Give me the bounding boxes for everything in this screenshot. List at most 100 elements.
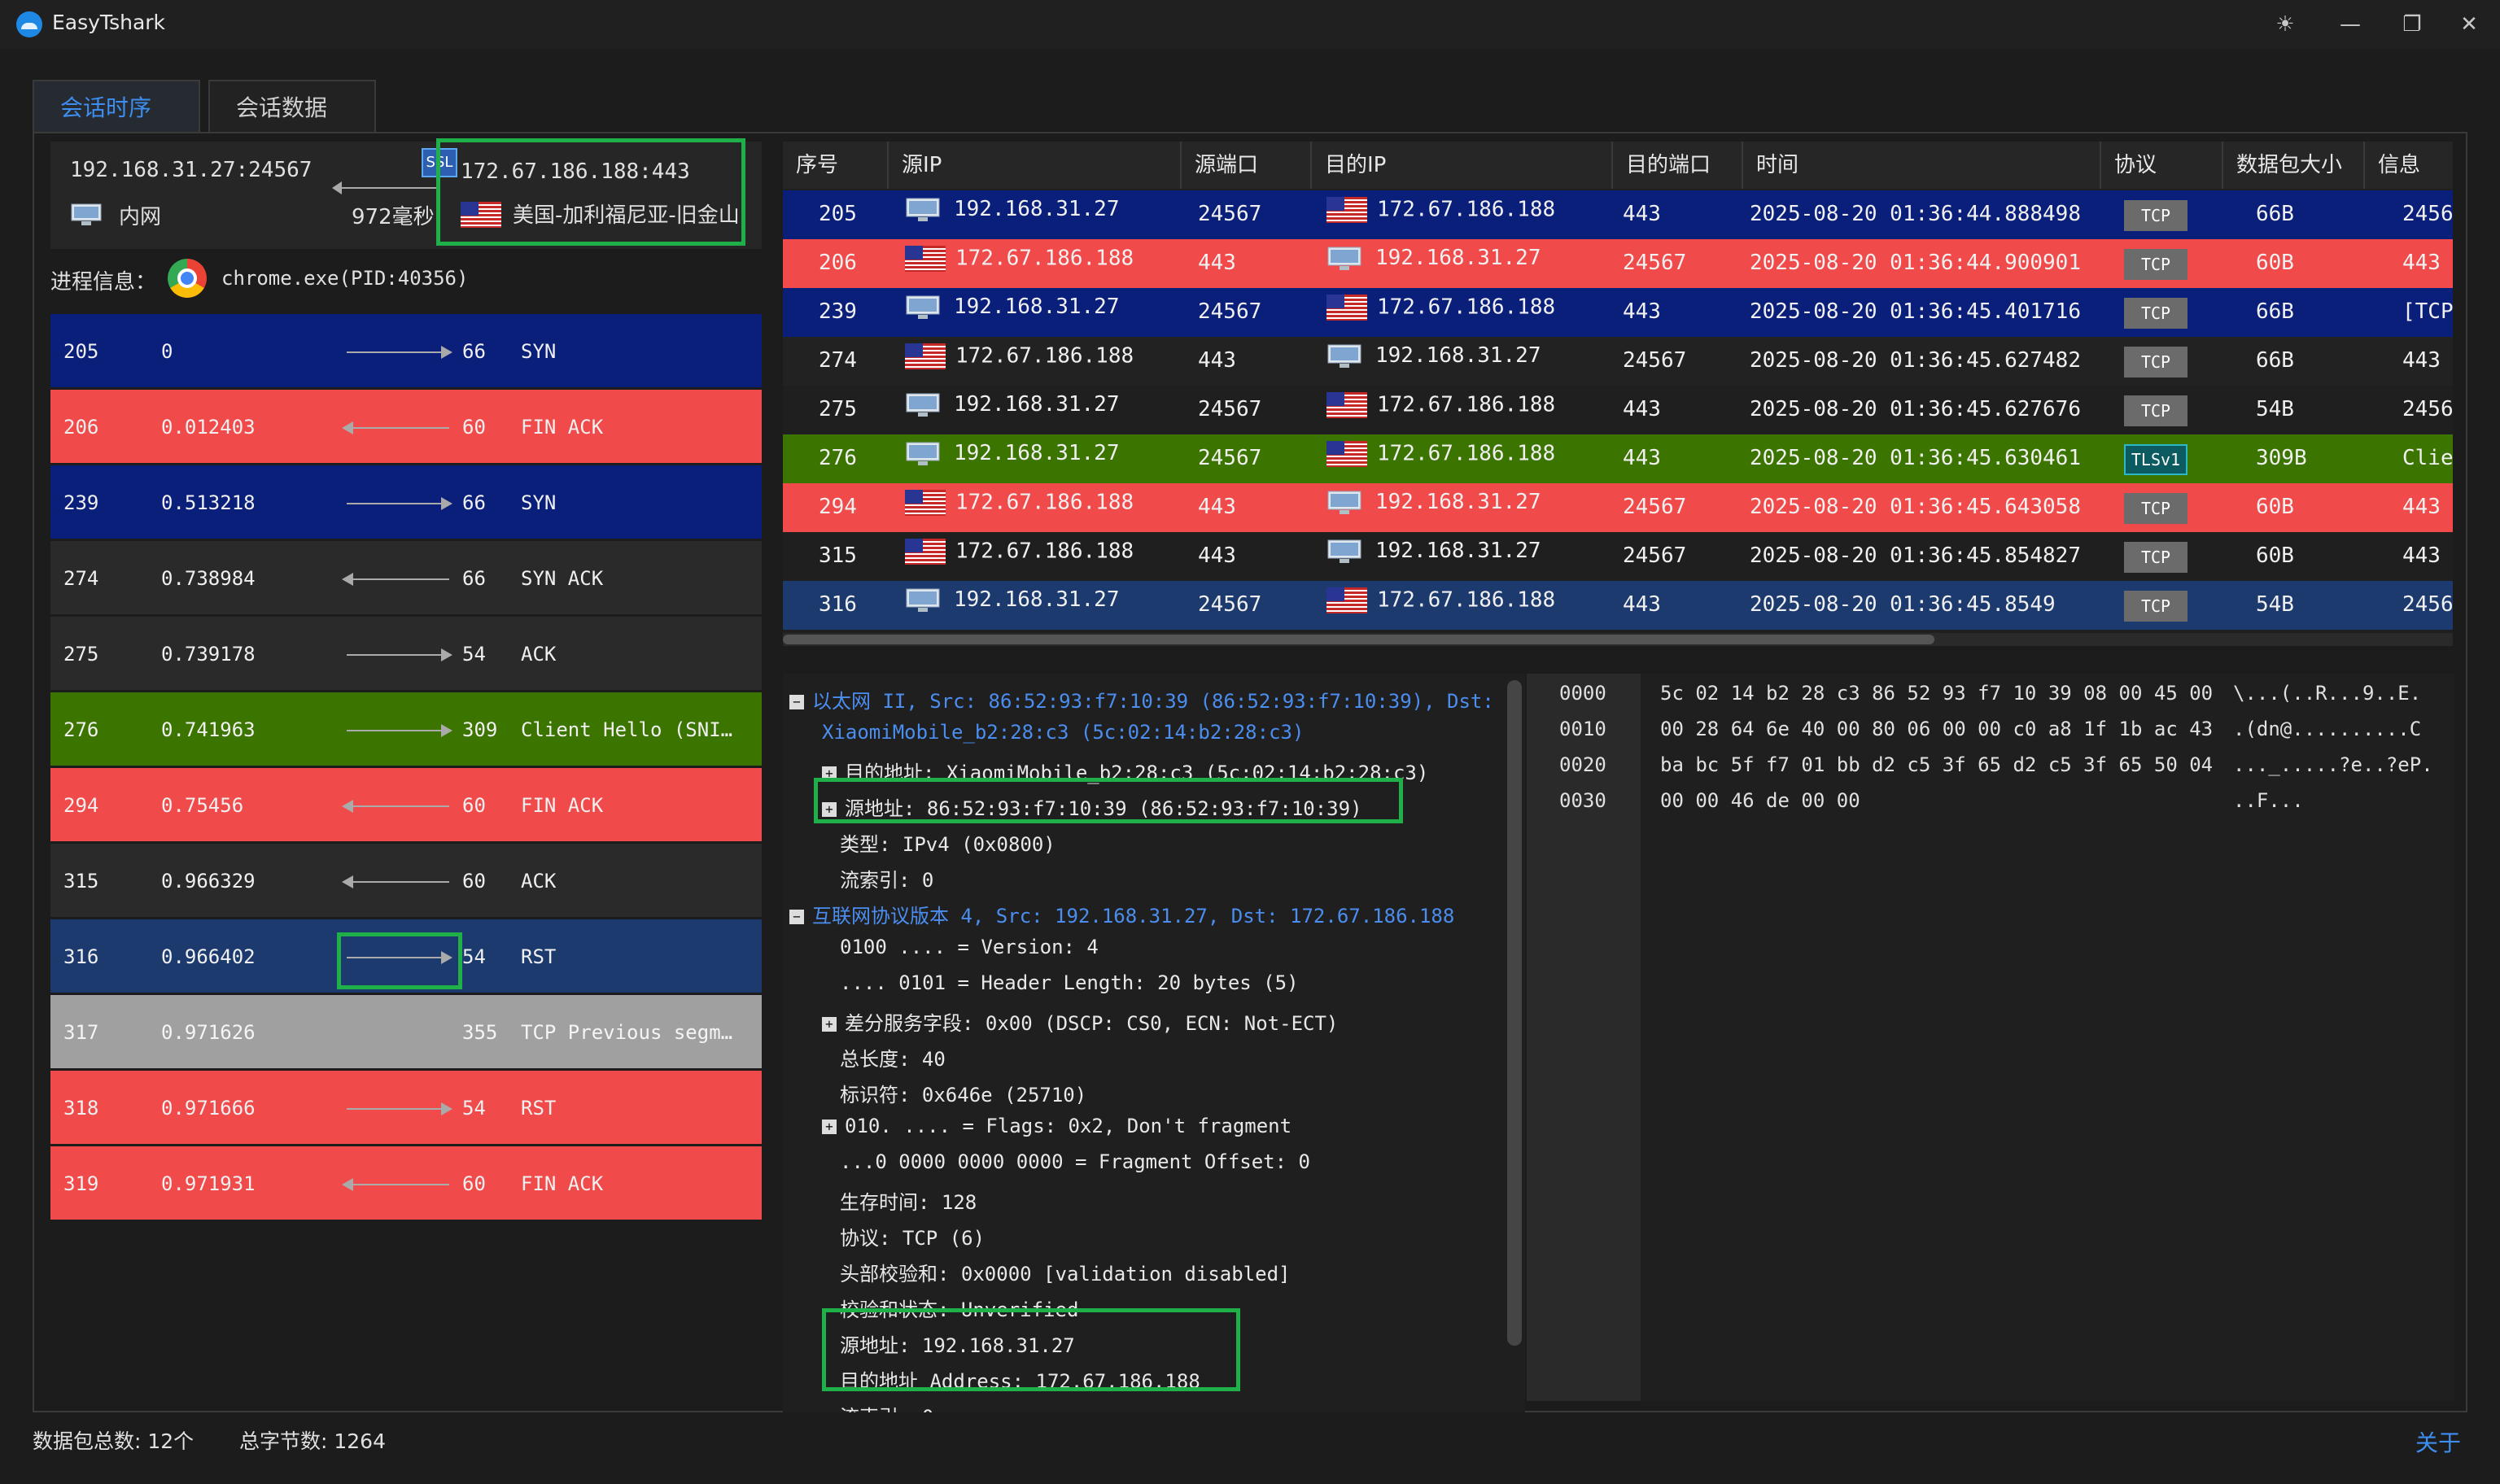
- tree-field-node[interactable]: 头部校验和: 0x0000 [validation disabled]: [840, 1258, 1290, 1286]
- tree-field-node[interactable]: 校验和状态: Unverified: [840, 1294, 1078, 1322]
- sequence-no: 294: [63, 794, 99, 817]
- tree-protocol-node[interactable]: − 以太网 II, Src: 86:52:93:f7:10:39 (86:52:9…: [789, 685, 1494, 714]
- col-header-src-port[interactable]: 源端口: [1182, 142, 1312, 189]
- cell-no-text: 294: [819, 495, 857, 519]
- col-header-dst-ip[interactable]: 目的IP: [1312, 142, 1613, 189]
- table-row[interactable]: 276 192.168.31.27 24567 172.67.186.188 443 20…: [783, 434, 2453, 483]
- hex-bytes-line[interactable]: ba bc 5f f7 01 bb d2 c5 3f 65 d2 c5 3f 6…: [1660, 753, 2213, 776]
- cell-no-text: 316: [819, 592, 857, 617]
- table-row[interactable]: 275 192.168.31.27 24567 172.67.186.188 443 20…: [783, 386, 2453, 434]
- hex-ascii-line[interactable]: .(dn@..........C: [2233, 718, 2421, 740]
- close-button[interactable]: ✕: [2451, 7, 2487, 42]
- table-row[interactable]: 315 172.67.186.188 443 192.168.31.27 24567 20…: [783, 532, 2453, 581]
- tree-field-node[interactable]: 标识符: 0x646e (25710): [840, 1079, 1086, 1107]
- sequence-info: RST: [521, 945, 557, 968]
- table-row[interactable]: 294 172.67.186.188 443 192.168.31.27 24567 20…: [783, 483, 2453, 532]
- tree-protocol-node[interactable]: − 互联网协议版本 4, Src: 192.168.31.27, Dst: 172…: [789, 900, 1454, 928]
- col-header-time[interactable]: 时间: [1743, 142, 2101, 189]
- table-row[interactable]: 274 172.67.186.188 443 192.168.31.27 24567 20…: [783, 337, 2453, 386]
- hex-bytes-line[interactable]: 00 00 46 de 00 00: [1660, 789, 1860, 812]
- tree-vertical-scrollbar[interactable]: [1507, 680, 1522, 1346]
- expand-icon[interactable]: +: [822, 1120, 837, 1134]
- col-header-no[interactable]: 序号: [783, 142, 889, 189]
- expand-icon[interactable]: +: [822, 802, 837, 817]
- table-row[interactable]: 316 192.168.31.27 24567 172.67.186.188 443 20…: [783, 581, 2453, 630]
- expand-icon[interactable]: +: [822, 1017, 837, 1032]
- about-link[interactable]: 关于: [2415, 1425, 2461, 1458]
- sequence-row[interactable]: 205 0 66 SYN: [50, 314, 762, 387]
- col-header-info[interactable]: 信息: [2365, 142, 2453, 189]
- hex-bytes-line[interactable]: 00 28 64 6e 40 00 80 06 00 00 c0 a8 1f 1…: [1660, 718, 2213, 740]
- sequence-row[interactable]: 317 0.971626 355 TCP Previous segm…: [50, 995, 762, 1068]
- cell-time: 2025-08-20 01:36:45.854827: [1750, 543, 2081, 568]
- hex-ascii-line[interactable]: ..F...: [2233, 789, 2304, 812]
- tree-protocol-node[interactable]: XiaomiMobile_b2:28:c3 (5c:02:14:b2:28:c3…: [822, 721, 1304, 744]
- sequence-no: 239: [63, 491, 99, 514]
- table-row[interactable]: 205 192.168.31.27 24567 172.67.186.188 443 20…: [783, 190, 2453, 239]
- hex-bytes-line[interactable]: 5c 02 14 b2 28 c3 86 52 93 f7 10 39 08 0…: [1660, 682, 2213, 705]
- col-header-dst-port[interactable]: 目的端口: [1613, 142, 1743, 189]
- tree-field-node[interactable]: +010. .... = Flags: 0x2, Don't fragment: [822, 1115, 1292, 1137]
- tree-field-node[interactable]: 流索引: 0: [840, 1401, 933, 1412]
- tree-field-node[interactable]: ...0 0000 0000 0000 = Fragment Offset: 0: [840, 1150, 1310, 1173]
- minimize-button[interactable]: —: [2332, 7, 2368, 42]
- tree-field-node[interactable]: 协议: TCP (6): [840, 1222, 985, 1250]
- collapse-icon[interactable]: −: [789, 910, 804, 924]
- tree-field-node[interactable]: + 目的地址: XiaomiMobile_b2:28:c3 (5c:02:14:b…: [822, 757, 1428, 785]
- sequence-row[interactable]: 318 0.971666 54 RST: [50, 1071, 762, 1144]
- sequence-row[interactable]: 294 0.75456 60 FIN ACK: [50, 768, 762, 841]
- cell-info-text: [TCP: [2402, 299, 2453, 324]
- restore-button[interactable]: ❐: [2394, 7, 2430, 42]
- tree-field-node[interactable]: + 差分服务字段: 0x00 (DSCP: CS0, ECN: Not-ECT): [822, 1007, 1338, 1036]
- col-header-src-ip[interactable]: 源IP: [889, 142, 1182, 189]
- sequence-row[interactable]: 316 0.966402 54 RST: [50, 919, 762, 993]
- tree-field-node[interactable]: + 源地址: 86:52:93:f7:10:39 (86:52:93:f7:10:…: [822, 792, 1362, 821]
- sequence-row[interactable]: 276 0.741963 309 Client Hello (SNI…: [50, 692, 762, 766]
- tree-field-node[interactable]: 类型: IPv4 (0x0800): [840, 828, 1056, 857]
- cell-dst-ip-text: 192.168.31.27: [1375, 246, 1541, 270]
- sequence-row[interactable]: 206 0.012403 60 FIN ACK: [50, 390, 762, 463]
- expand-icon[interactable]: +: [822, 766, 837, 781]
- tree-field-node[interactable]: 生存时间: 128: [840, 1186, 977, 1215]
- sequence-row[interactable]: 315 0.966329 60 ACK: [50, 844, 762, 917]
- cell-time: 2025-08-20 01:36:45.627676: [1750, 397, 2081, 421]
- cell-size-text: 60B: [2256, 495, 2294, 519]
- cell-no: 205: [819, 202, 857, 226]
- col-header-size[interactable]: 数据包大小: [2223, 142, 2365, 189]
- tree-field-node[interactable]: 目的地址 Address: 172.67.186.188: [840, 1365, 1200, 1394]
- tab-session-stream[interactable]: 会话数据流: [208, 80, 376, 175]
- theme-toggle-icon[interactable]: ☀: [2267, 7, 2303, 42]
- tab-session-timeline[interactable]: 会话时序图: [33, 80, 200, 175]
- table-horizontal-scrollbar[interactable]: [783, 633, 2453, 646]
- cell-time: 2025-08-20 01:36:44.900901: [1750, 251, 2081, 275]
- sequence-row[interactable]: 239 0.513218 66 SYN: [50, 465, 762, 539]
- sequence-length: 66: [462, 340, 486, 363]
- tree-field-node[interactable]: 0100 .... = Version: 4: [840, 936, 1099, 958]
- tree-node-text: 以太网 II, Src: 86:52:93:f7:10:39 (86:52:93…: [812, 690, 1494, 713]
- sequence-row[interactable]: 275 0.739178 54 ACK: [50, 617, 762, 690]
- cell-info: 443: [2402, 495, 2441, 519]
- table-row[interactable]: 206 172.67.186.188 443 192.168.31.27 24567 20…: [783, 239, 2453, 288]
- sequence-row[interactable]: 319 0.971931 60 FIN ACK: [50, 1146, 762, 1220]
- scrollbar-thumb[interactable]: [783, 635, 1934, 644]
- packet-table: 序号 源IP 源端口 目的IP 目的端口 时间 协议 数据包大小 信息 205 1…: [783, 142, 2453, 633]
- tree-field-node[interactable]: .... 0101 = Header Length: 20 bytes (5): [840, 971, 1299, 994]
- cell-src-port-text: 24567: [1198, 299, 1262, 324]
- us-flag-icon: [461, 202, 501, 228]
- hex-ascii-line[interactable]: \...(..R...9..E.: [2233, 682, 2421, 705]
- cell-time-text: 2025-08-20 01:36:45.643058: [1750, 495, 2081, 519]
- tree-field-node[interactable]: 总长度: 40: [840, 1043, 946, 1072]
- right-arrow-icon: [347, 1102, 452, 1115]
- sequence-info: ACK: [521, 643, 557, 666]
- sequence-time: 0.738984: [161, 567, 256, 590]
- collapse-icon[interactable]: −: [789, 695, 804, 709]
- col-header-protocol[interactable]: 协议: [2101, 142, 2223, 189]
- us-flag-icon: [905, 246, 946, 272]
- cell-dst-ip-text: 172.67.186.188: [1377, 197, 1556, 222]
- tree-field-node[interactable]: 源地址: 192.168.31.27: [840, 1329, 1075, 1358]
- sequence-row[interactable]: 274 0.738984 66 SYN ACK: [50, 541, 762, 614]
- table-row[interactable]: 239 192.168.31.27 24567 172.67.186.188 443 20…: [783, 288, 2453, 337]
- title-bar: EasyTshark ☀ — ❐ ✕: [0, 0, 2500, 49]
- hex-ascii-line[interactable]: ..._.....?e..?eP.: [2233, 753, 2433, 776]
- tree-field-node[interactable]: 流索引: 0: [840, 864, 933, 893]
